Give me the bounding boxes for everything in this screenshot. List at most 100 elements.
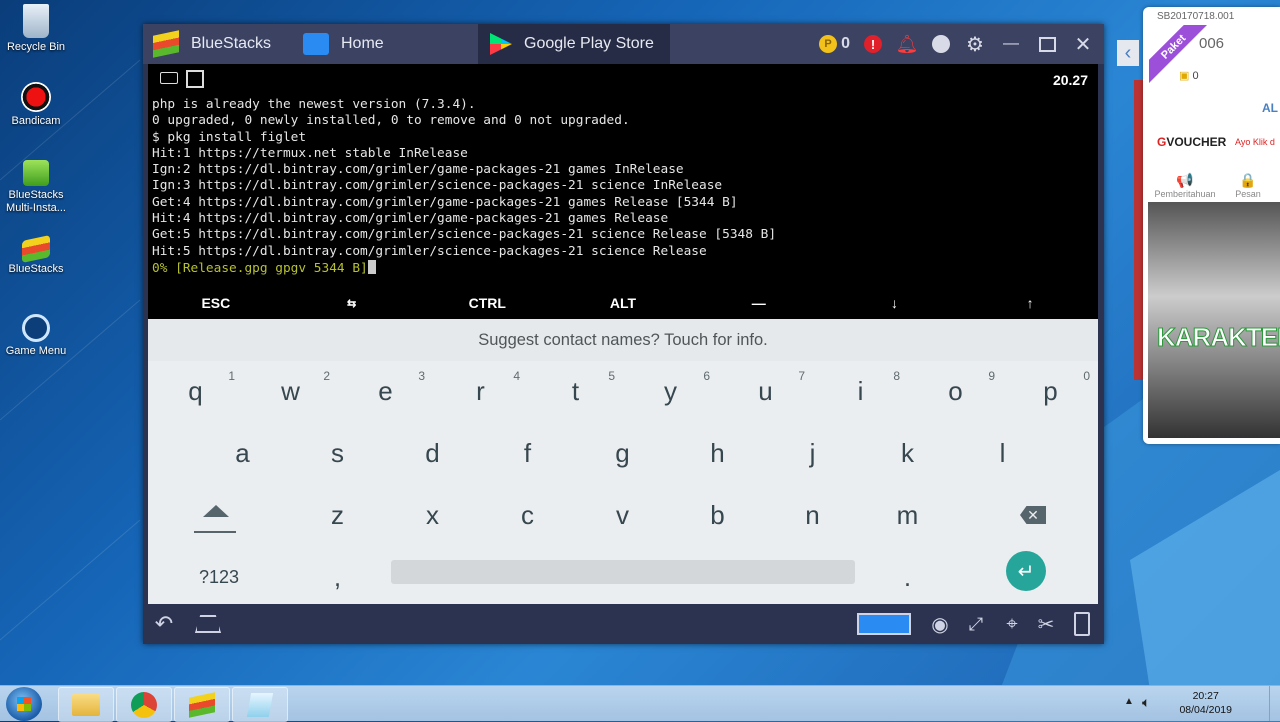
terminal-line: Ign:3 https://dl.bintray.com/grimler/sci…: [152, 178, 723, 194]
key-k[interactable]: k: [860, 423, 955, 483]
shift-key[interactable]: [148, 485, 283, 545]
key-s[interactable]: s: [290, 423, 385, 483]
key-d[interactable]: d: [385, 423, 480, 483]
show-desktop-button[interactable]: [1269, 686, 1280, 721]
tab-messages[interactable]: 🔒 Pesan: [1223, 172, 1273, 199]
comic-banner[interactable]: [1148, 202, 1280, 438]
key-e[interactable]: e3: [338, 361, 433, 421]
extra-key-down[interactable]: ↓: [827, 286, 963, 320]
android-home-icon[interactable]: [195, 612, 221, 636]
key-p[interactable]: p0: [1003, 361, 1098, 421]
eye-icon[interactable]: ◉: [927, 612, 953, 636]
desktop-icon-label: Recycle Bin: [6, 41, 66, 53]
desktop-game-menu[interactable]: Game Menu: [0, 314, 72, 358]
tab-home[interactable]: Home: [303, 24, 473, 64]
key-a[interactable]: a: [195, 423, 290, 483]
fullscreen-icon[interactable]: ⤢: [963, 612, 989, 636]
desktop-bandicam[interactable]: Bandicam: [0, 82, 72, 128]
minimize-icon[interactable]: —: [1000, 33, 1022, 55]
desktop-bluestacks[interactable]: BlueStacks: [0, 235, 72, 276]
period-key[interactable]: .: [860, 547, 955, 604]
taskbar-bluestacks[interactable]: [174, 687, 230, 722]
play-store-icon: [490, 33, 512, 55]
notepad-icon: [246, 692, 274, 717]
key-r[interactable]: r4: [433, 361, 528, 421]
enter-key[interactable]: ↵: [1006, 551, 1046, 591]
key-hint: 3: [418, 369, 425, 383]
side-panel-al[interactable]: AL: [1262, 101, 1278, 115]
tab-bluestacks[interactable]: BlueStacks: [143, 24, 303, 64]
extra-key-tab[interactable]: ⇆: [284, 286, 420, 320]
key-u[interactable]: u7: [718, 361, 813, 421]
terminal-output[interactable]: php is already the newest version (7.3.4…: [152, 97, 1092, 277]
back-icon[interactable]: ↶: [151, 611, 177, 636]
location-icon[interactable]: ⌖: [999, 612, 1025, 636]
desktop-bluestacks-multi[interactable]: BlueStacks Multi-Insta...: [0, 160, 72, 215]
tray-overflow-icon[interactable]: ▲: [1124, 696, 1134, 707]
key-m[interactable]: m: [860, 485, 955, 545]
tab-notifications[interactable]: 📢 Pemberitahuan: [1153, 172, 1217, 199]
key-q[interactable]: q1: [148, 361, 243, 421]
key-w[interactable]: w2: [243, 361, 338, 421]
desktop-recycle-bin[interactable]: Recycle Bin: [0, 4, 72, 54]
tray-clock[interactable]: 20:27 08/04/2019: [1179, 689, 1232, 717]
key-hint: 1: [228, 369, 235, 383]
taskbar-chrome[interactable]: [116, 687, 172, 722]
tab-label: Google Play Store: [524, 35, 654, 52]
backspace-key[interactable]: ✕: [968, 485, 1098, 545]
enter-arrow-icon: ↵: [1017, 560, 1035, 583]
rotate-icon[interactable]: [1069, 612, 1095, 636]
windows-logo-icon: [17, 697, 31, 711]
key-y[interactable]: y6: [623, 361, 718, 421]
symbols-key[interactable]: ?123: [148, 547, 290, 604]
backspace-icon: ✕: [1020, 506, 1046, 524]
extra-key-esc[interactable]: ESC: [148, 286, 284, 320]
scissors-icon[interactable]: ✂: [1033, 612, 1059, 636]
taskbar-notepad[interactable]: [232, 687, 288, 722]
key-z[interactable]: z: [290, 485, 385, 545]
close-icon[interactable]: ✕: [1072, 33, 1094, 56]
side-panel-number: 006: [1199, 35, 1225, 52]
key-n[interactable]: n: [765, 485, 860, 545]
key-t[interactable]: t5: [528, 361, 623, 421]
key-f[interactable]: f: [480, 423, 575, 483]
key-l[interactable]: l: [955, 423, 1050, 483]
settings-gear-icon[interactable]: ⚙: [964, 33, 986, 56]
key-g[interactable]: g: [575, 423, 670, 483]
alert-icon[interactable]: !: [864, 35, 882, 53]
tab-notifications-label: Pemberitahuan: [1154, 189, 1216, 199]
bluestacks-icon: [189, 691, 215, 718]
comma-key[interactable]: ,: [290, 547, 385, 604]
key-hint: 5: [608, 369, 615, 383]
taskbar-explorer[interactable]: [58, 687, 114, 722]
voucher-cta[interactable]: Ayo Klik d: [1235, 137, 1275, 147]
key-j[interactable]: j: [765, 423, 860, 483]
extra-key-up[interactable]: ↑: [962, 286, 1098, 320]
collapse-panel-button[interactable]: ‹: [1117, 40, 1139, 66]
start-button[interactable]: [6, 687, 42, 721]
terminal-line: Get:4 https://dl.bintray.com/grimler/gam…: [152, 194, 738, 210]
volume-icon[interactable]: 🔈︎: [1142, 694, 1150, 711]
extra-key-dash[interactable]: —: [691, 286, 827, 320]
key-x[interactable]: x: [385, 485, 480, 545]
voucher-banner[interactable]: GVOUCHER: [1157, 135, 1226, 149]
maximize-icon[interactable]: [1036, 33, 1058, 55]
folder-icon: [72, 693, 100, 716]
keyboard-status-icon: [160, 72, 178, 84]
coins-counter[interactable]: P 0: [819, 35, 850, 53]
keyboard-mapping-icon[interactable]: [857, 612, 911, 636]
key-c[interactable]: c: [480, 485, 575, 545]
tab-google-play-store[interactable]: Google Play Store: [478, 24, 670, 64]
extra-key-alt[interactable]: ALT: [555, 286, 691, 320]
key-o[interactable]: o9: [908, 361, 1003, 421]
key-h[interactable]: h: [670, 423, 765, 483]
key-hint: 4: [513, 369, 520, 383]
extra-key-ctrl[interactable]: CTRL: [419, 286, 555, 320]
key-v[interactable]: v: [575, 485, 670, 545]
notification-bell-icon[interactable]: 🔔︎: [896, 33, 919, 55]
account-icon[interactable]: [932, 35, 950, 53]
key-i[interactable]: i8: [813, 361, 908, 421]
keyboard-suggestion-bar[interactable]: Suggest contact names? Touch for info.: [148, 319, 1098, 361]
key-b[interactable]: b: [670, 485, 765, 545]
space-bar[interactable]: [391, 560, 855, 584]
